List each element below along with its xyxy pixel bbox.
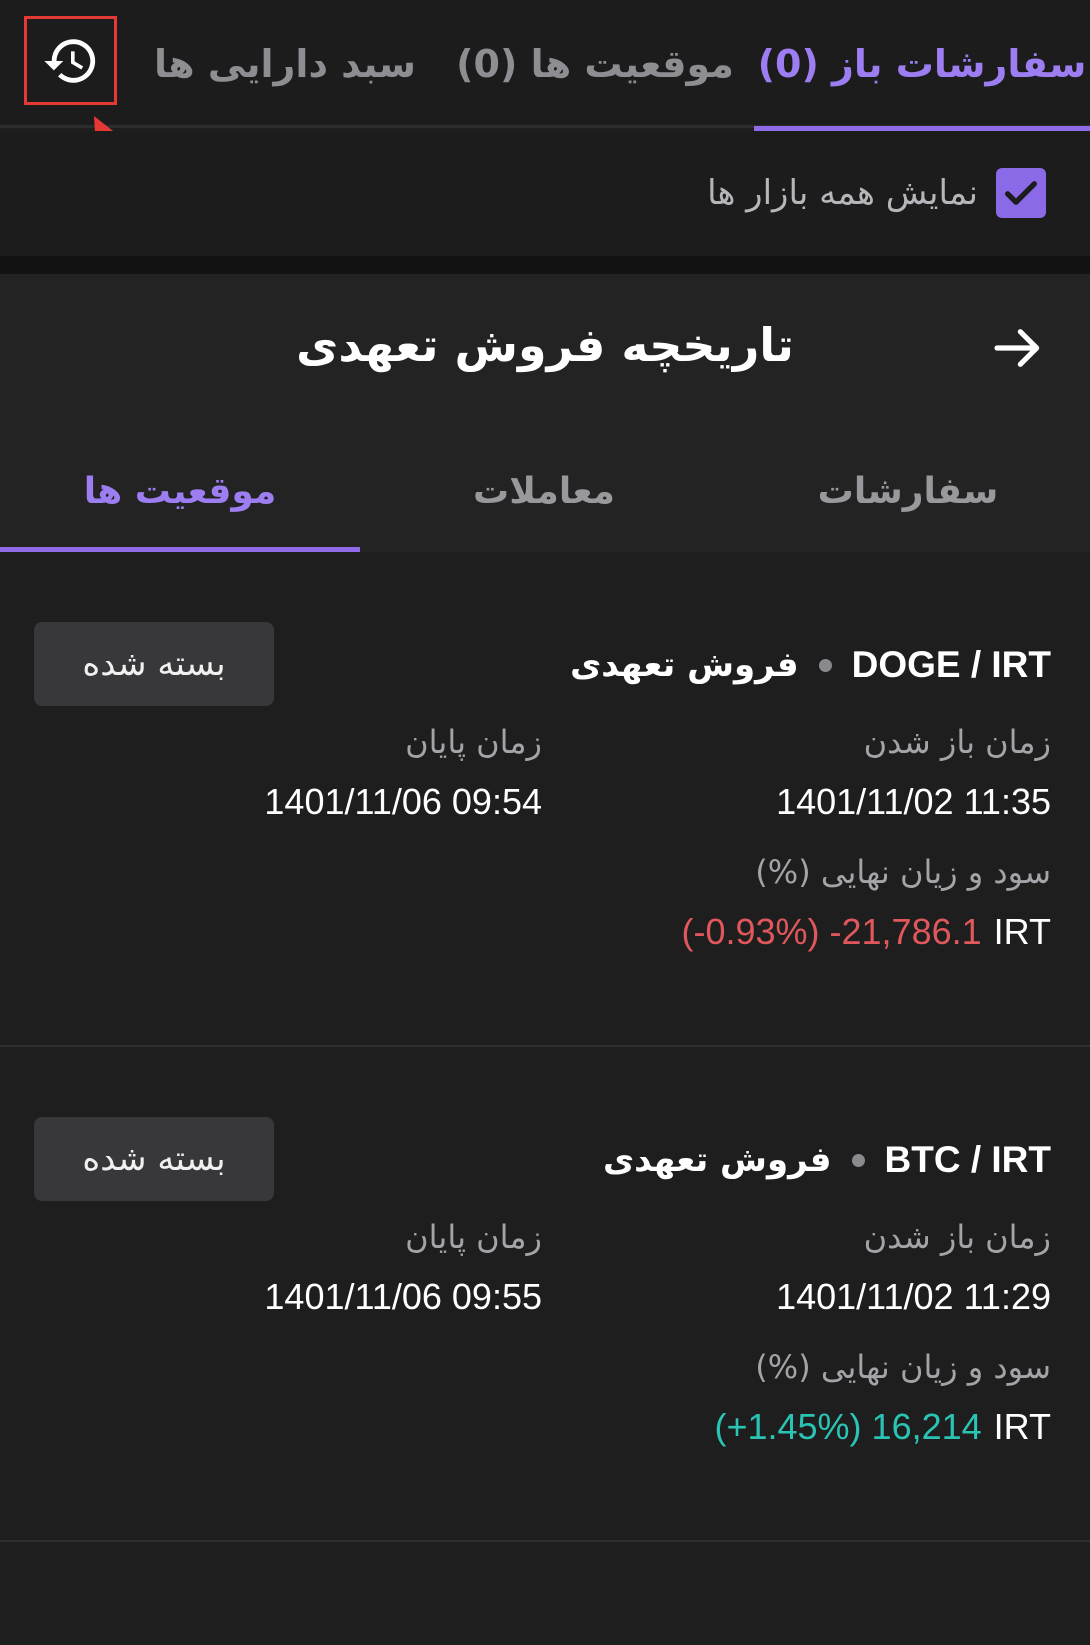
history-icon <box>43 38 95 83</box>
tab-portfolio[interactable]: سبد دارایی ها <box>140 0 430 128</box>
tab-positions-history[interactable]: موقعیت ها <box>0 430 360 552</box>
close-time-label: زمان پایان <box>405 723 542 761</box>
pnl-currency: IRT <box>993 1406 1051 1447</box>
show-all-markets-label: نمایش همه بازار ها <box>707 173 978 213</box>
close-time-value: 1401/11/06 09:54 <box>264 781 542 822</box>
tab-positions[interactable]: موقعیت ها (0) <box>450 0 740 128</box>
open-time-label: زمان باز شدن <box>863 723 1051 761</box>
pnl-label: سود و زیان نهایی (%) <box>755 1348 1051 1386</box>
pair-label: BTC / IRT <box>884 1139 1051 1180</box>
position-header: BTC / IRT فروش تعهدی <box>603 1125 1051 1195</box>
show-all-markets-checkbox[interactable] <box>996 168 1046 218</box>
pnl-value: (-0.93%) -21,786.1 IRT <box>681 907 1051 957</box>
divider <box>0 256 1090 274</box>
tab-trades-history[interactable]: معاملات <box>362 430 726 552</box>
position-type: فروش تعهدی <box>570 645 799 685</box>
open-time-value: 1401/11/02 11:35 <box>776 781 1051 822</box>
close-time-value: 1401/11/06 09:55 <box>264 1276 542 1317</box>
open-time-label: زمان باز شدن <box>863 1218 1051 1256</box>
margin-history-screen: سفارشات باز (0) موقعیت ها (0) سبد دارایی… <box>0 0 1090 1645</box>
tab-orders-history[interactable]: سفارشات <box>726 430 1090 552</box>
status-button[interactable]: بسته شده <box>34 1117 274 1201</box>
position-type: فروش تعهدی <box>603 1140 832 1180</box>
position-card: بسته شده BTC / IRT فروش تعهدی زمان باز ش… <box>0 1047 1090 1542</box>
pnl-currency: IRT <box>993 911 1051 952</box>
pnl-amount: (-0.93%) -21,786.1 <box>681 911 982 952</box>
pair-label: DOGE / IRT <box>851 644 1051 685</box>
pnl-label: سود و زیان نهایی (%) <box>755 853 1051 891</box>
position-card: بسته شده DOGE / IRT فروش تعهدی زمان باز … <box>0 552 1090 1047</box>
tab-open-orders[interactable]: سفارشات باز (0) <box>754 0 1090 131</box>
pnl-amount: (+1.45%) 16,214 <box>714 1406 982 1447</box>
history-button[interactable] <box>24 16 117 105</box>
separator-dot <box>851 1153 865 1167</box>
check-icon <box>1005 181 1037 205</box>
arrow-right-icon[interactable] <box>990 320 1046 376</box>
separator-dot <box>818 658 832 672</box>
close-time-label: زمان پایان <box>405 1218 542 1256</box>
sheet-title: تاریخچه فروش تعهدی <box>296 318 794 372</box>
open-time-value: 1401/11/02 11:29 <box>776 1276 1051 1317</box>
pnl-value: (+1.45%) 16,214 IRT <box>714 1402 1051 1452</box>
status-button[interactable]: بسته شده <box>34 622 274 706</box>
position-header: DOGE / IRT فروش تعهدی <box>570 630 1051 700</box>
positions-list: بسته شده DOGE / IRT فروش تعهدی زمان باز … <box>0 552 1090 1645</box>
card-divider <box>0 1540 1090 1542</box>
